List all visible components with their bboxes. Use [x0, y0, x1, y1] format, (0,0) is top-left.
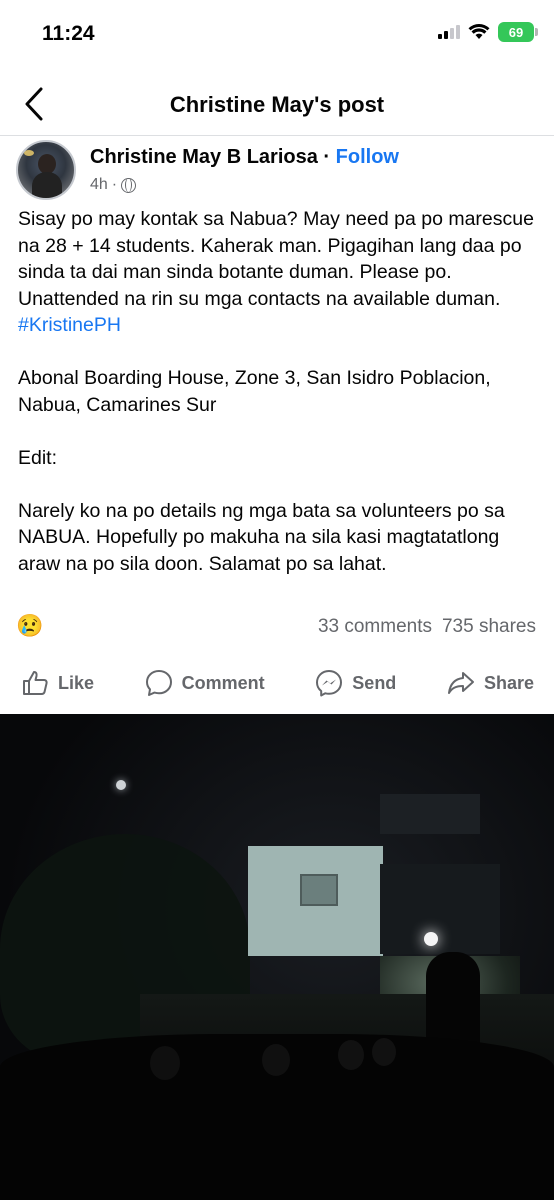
- edit-text: Narely ko na po details ng mga bata sa v…: [18, 499, 505, 575]
- post-address: Abonal Boarding House, Zone 3, San Isidr…: [18, 367, 491, 416]
- post-author-row: Christine May B Lariosa · Follow 4h ·: [16, 140, 538, 202]
- wifi-icon: [468, 24, 490, 39]
- send-label: Send: [352, 672, 397, 693]
- sad-reaction-icon[interactable]: 😢: [16, 612, 43, 640]
- send-button[interactable]: Send: [314, 656, 396, 710]
- follow-button[interactable]: Follow: [336, 146, 399, 168]
- share-arrow-icon: [447, 672, 474, 694]
- post-body: Sisay po may kontak sa Nabua? May need p…: [18, 206, 542, 577]
- action-bar: Like Comment Send Share: [0, 656, 554, 710]
- head-silhouette: [338, 1040, 364, 1070]
- status-time: 11:24: [42, 22, 95, 45]
- author-line: Christine May B Lariosa · Follow: [90, 146, 399, 169]
- meta-dot: ·: [111, 176, 118, 193]
- shares-count[interactable]: 735 shares: [442, 616, 536, 637]
- post-meta: 4h ·: [90, 176, 137, 194]
- head-silhouette: [262, 1044, 290, 1076]
- reactions-row: 😢 33 comments 735 shares: [16, 612, 536, 642]
- post-time[interactable]: 4h: [90, 176, 108, 194]
- battery-icon: 69: [498, 22, 538, 42]
- house-window: [300, 874, 338, 906]
- post-main-text: Sisay po may kontak sa Nabua? May need p…: [18, 208, 534, 310]
- status-bar: 11:24 69: [0, 0, 554, 66]
- like-label: Like: [58, 672, 95, 693]
- status-icons: 69: [438, 22, 538, 42]
- post-text: Sisay po may kontak sa Nabua? May need p…: [18, 206, 542, 339]
- separator-dot: ·: [323, 146, 331, 168]
- hashtag-link[interactable]: #KristinePH: [18, 314, 121, 336]
- comment-button[interactable]: Comment: [144, 656, 265, 710]
- head-silhouette: [150, 1046, 180, 1080]
- share-button[interactable]: Share: [446, 656, 534, 710]
- comments-count[interactable]: 33 comments: [318, 616, 432, 637]
- post-stats: 33 comments 735 shares: [318, 616, 536, 638]
- globe-icon: [121, 177, 137, 193]
- page-title: Christine May's post: [169, 92, 385, 117]
- post-header-bar: Christine May's post: [0, 70, 554, 136]
- moon: [116, 780, 126, 790]
- head-silhouette: [372, 1038, 396, 1066]
- house-roof: [380, 864, 500, 954]
- edit-label: Edit:: [18, 446, 58, 469]
- cellular-signal-icon: [438, 25, 460, 39]
- like-button[interactable]: Like: [20, 656, 94, 710]
- street-light: [424, 932, 438, 946]
- comment-bubble-icon: [145, 670, 172, 696]
- messenger-icon: [316, 670, 343, 697]
- post-photo[interactable]: [0, 714, 554, 1200]
- share-label: Share: [483, 672, 534, 693]
- battery-level: 69: [508, 24, 524, 40]
- far-building: [380, 794, 480, 834]
- avatar[interactable]: [16, 140, 76, 200]
- thumbs-up-icon: [23, 671, 48, 695]
- author-name[interactable]: Christine May B Lariosa: [90, 146, 318, 168]
- comment-label: Comment: [181, 672, 265, 693]
